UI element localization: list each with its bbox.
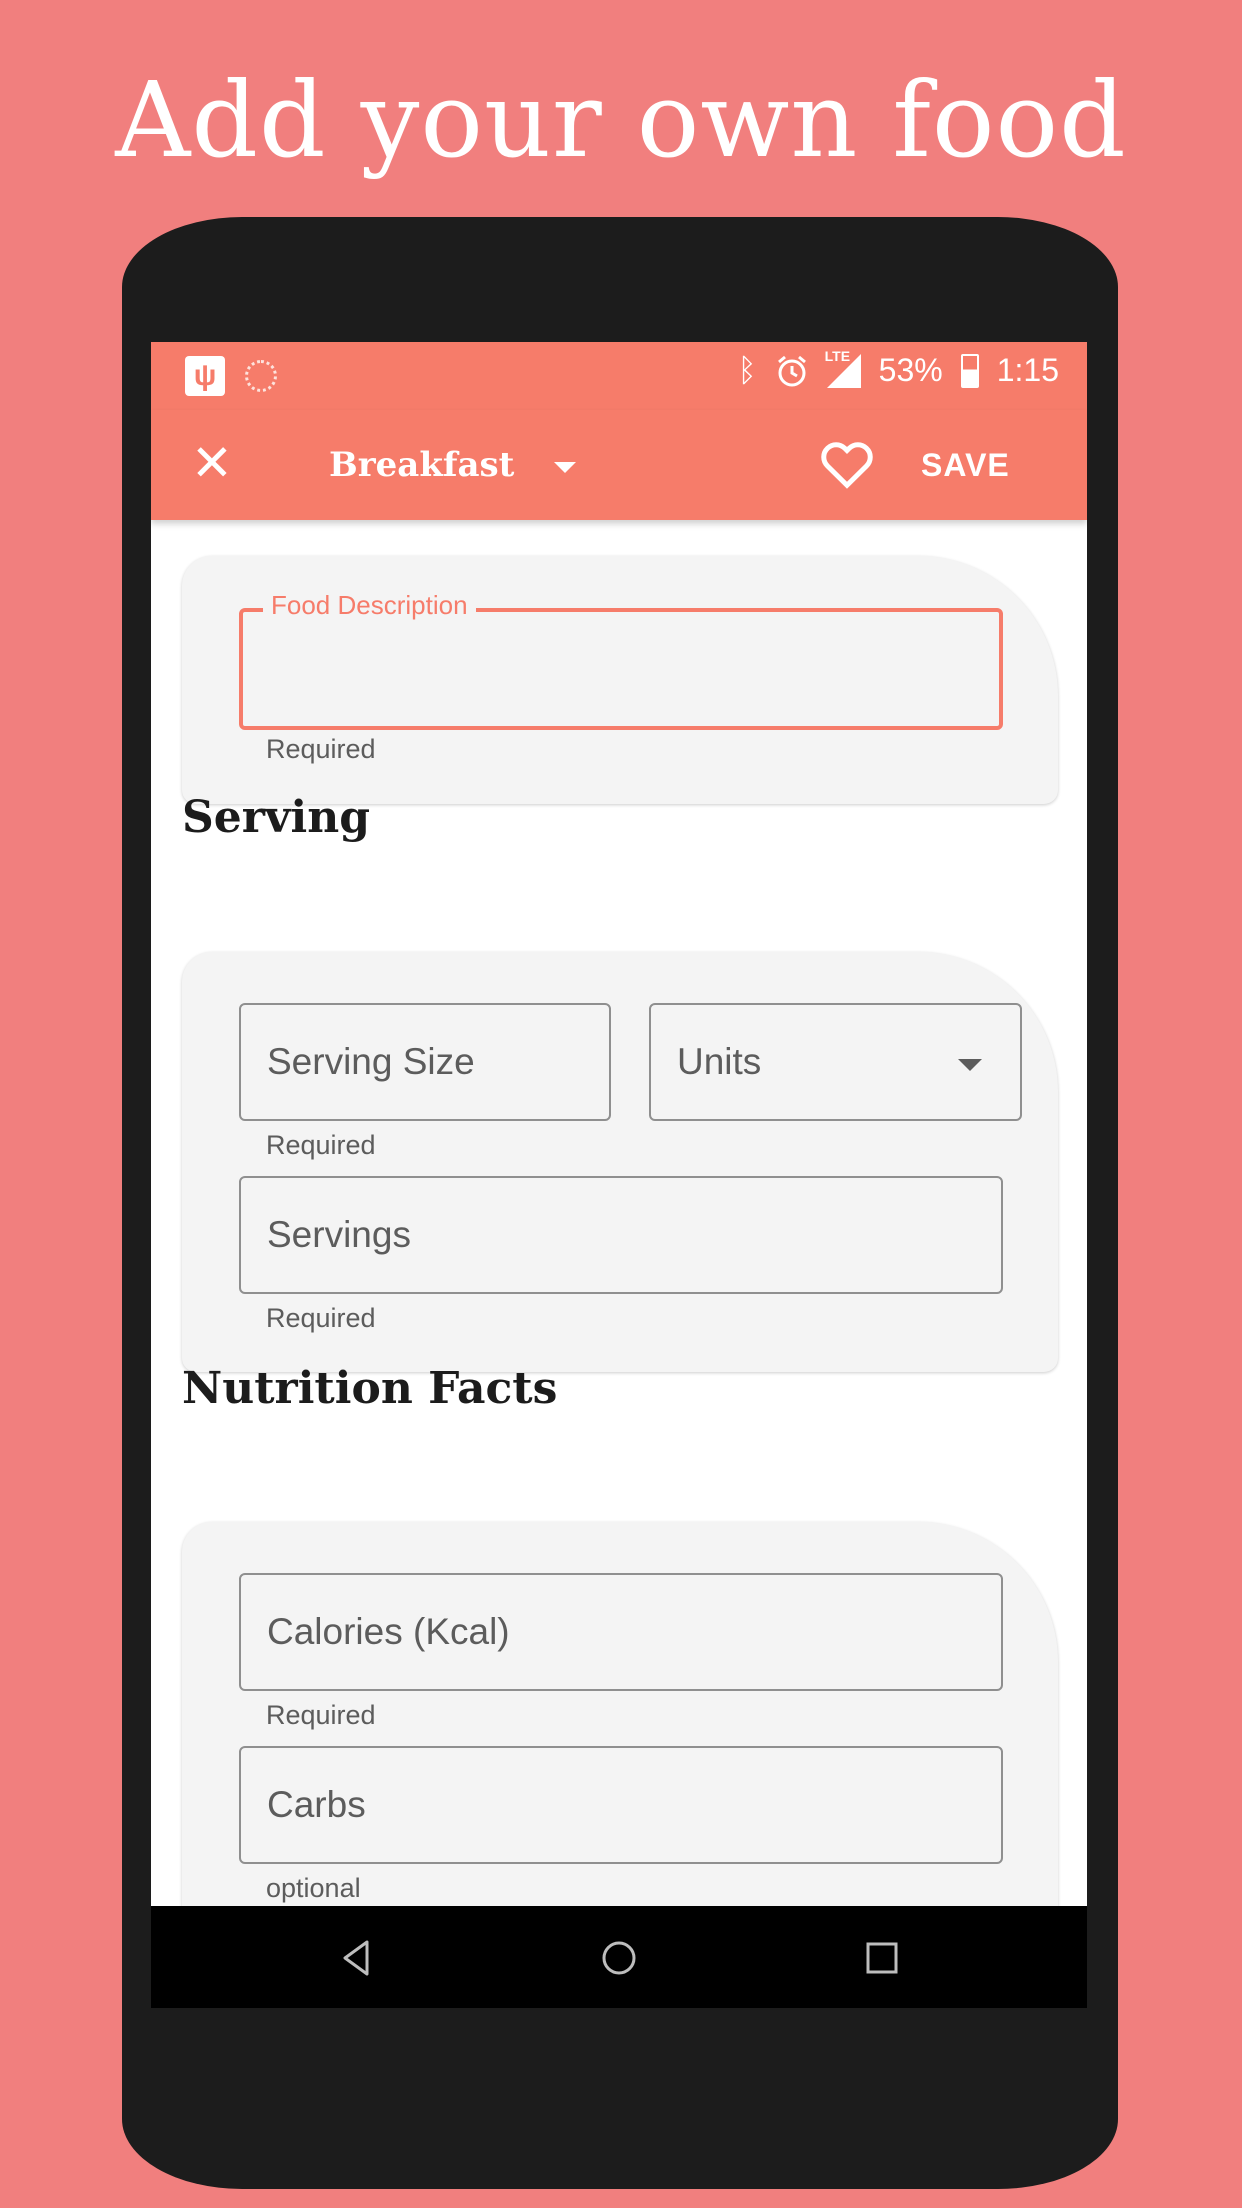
servings-field[interactable]: Servings — [239, 1176, 1003, 1294]
status-bar: ψ ᛒ LTE 53% 1:15 — [151, 342, 1087, 410]
notification-icon — [245, 360, 277, 392]
description-card: Food Description Required — [182, 556, 1058, 804]
system-nav-bar — [151, 1906, 1087, 2008]
serving-size-field[interactable]: Serving Size — [239, 1003, 611, 1121]
servings-helper: Required — [266, 1303, 376, 1333]
recents-icon[interactable] — [854, 1930, 910, 1986]
heart-icon[interactable] — [817, 434, 877, 494]
clock: 1:15 — [996, 352, 1059, 388]
bluetooth-icon: ᛒ — [737, 352, 757, 388]
serving-size-helper: Required — [266, 1130, 376, 1160]
usb-icon: ψ — [185, 356, 225, 396]
serving-size-placeholder: Serving Size — [267, 1041, 475, 1082]
home-icon[interactable] — [591, 1930, 647, 1986]
units-dropdown[interactable]: Units — [649, 1003, 1022, 1121]
chevron-down-icon — [958, 1059, 982, 1071]
serving-section-title: Serving — [182, 792, 370, 843]
battery-icon — [960, 353, 979, 388]
meal-selector[interactable]: Breakfast — [329, 436, 514, 494]
close-icon[interactable]: ✕ — [187, 438, 237, 488]
app-toolbar: ✕ Breakfast SAVE — [151, 410, 1087, 520]
calories-field[interactable]: Calories (Kcal) — [239, 1573, 1003, 1691]
back-icon[interactable] — [329, 1930, 385, 1986]
carbs-placeholder: Carbs — [267, 1784, 366, 1825]
battery-percent: 53% — [878, 352, 943, 388]
promo-headline: Add your own food — [115, 59, 1127, 181]
form-content: Food Description Required Serving Servin… — [151, 520, 1087, 2008]
servings-placeholder: Servings — [267, 1214, 411, 1255]
save-button[interactable]: SAVE — [921, 436, 1010, 494]
food-description-helper: Required — [266, 734, 376, 764]
calories-helper: Required — [266, 1700, 376, 1730]
units-placeholder: Units — [677, 1041, 762, 1082]
carbs-field[interactable]: Carbs — [239, 1746, 1003, 1864]
food-description-label: Food Description — [263, 590, 476, 621]
app-screen: ψ ᛒ LTE 53% 1:15 ✕ Breakfast SAVE Food D… — [151, 342, 1087, 2008]
carbs-helper: optional — [266, 1873, 361, 1903]
network-type: LTE — [824, 347, 851, 364]
nutrition-section-title: Nutrition Facts — [182, 1363, 558, 1414]
food-description-field[interactable]: Food Description — [239, 590, 1003, 730]
alarm-icon — [777, 355, 806, 386]
signal-icon: LTE — [825, 348, 861, 388]
chevron-down-icon[interactable] — [554, 462, 576, 473]
serving-card: Serving Size Required Units Servings Req… — [182, 952, 1058, 1372]
calories-placeholder: Calories (Kcal) — [267, 1611, 510, 1652]
